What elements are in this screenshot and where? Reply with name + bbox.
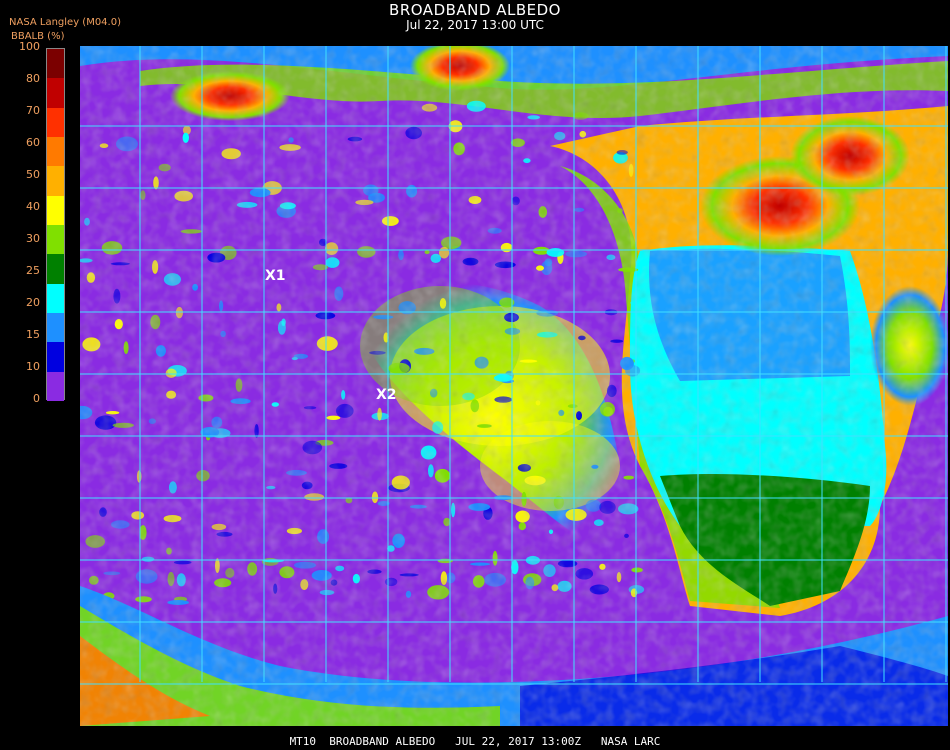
colorbar-segment (47, 49, 64, 79)
colorbar (46, 48, 65, 402)
colorbar-tick-label: 10 (26, 360, 40, 373)
colorbar-segment (47, 254, 64, 285)
colorbar-segment (47, 283, 64, 314)
colorbar-segment (47, 371, 64, 402)
marker-x2: X2 (376, 387, 397, 403)
colorbar-segment (47, 107, 64, 138)
texture-overlay (80, 46, 948, 726)
colorbar-segment (47, 195, 64, 226)
map-title: BROADBAND ALBEDO (389, 1, 561, 19)
map-timestamp: Jul 22, 2017 13:00 UTC (406, 18, 544, 32)
colorbar-segment (47, 225, 64, 255)
colorbar-tick-label: 25 (26, 264, 40, 277)
colorbar-tick-label: 20 (26, 296, 40, 309)
colorbar-tick-label: 80 (26, 72, 40, 85)
colorbar-tick-label: 15 (26, 328, 40, 341)
colorbar-segment (47, 313, 64, 343)
colorbar-tick-label: 0 (33, 392, 40, 405)
colorbar-segment (47, 166, 64, 197)
colorbar-segment (47, 78, 64, 109)
colorbar-tick-label: 100 (19, 40, 40, 53)
colorbar-tick-label: 30 (26, 232, 40, 245)
data-source-label: NASA Langley (M04.0) (9, 17, 121, 28)
colorbar-tick-label: 50 (26, 168, 40, 181)
albedo-map (80, 46, 948, 726)
colorbar-tick-label: 40 (26, 200, 40, 213)
colorbar-segment (47, 342, 64, 373)
marker-x1: X1 (265, 268, 286, 284)
colorbar-tick-label: 60 (26, 136, 40, 149)
footer-caption: MT10 BROADBAND ALBEDO JUL 22, 2017 13:00… (289, 735, 661, 748)
colorbar-segment (47, 137, 64, 167)
albedo-map-image (80, 46, 948, 726)
colorbar-tick-label: 70 (26, 104, 40, 117)
